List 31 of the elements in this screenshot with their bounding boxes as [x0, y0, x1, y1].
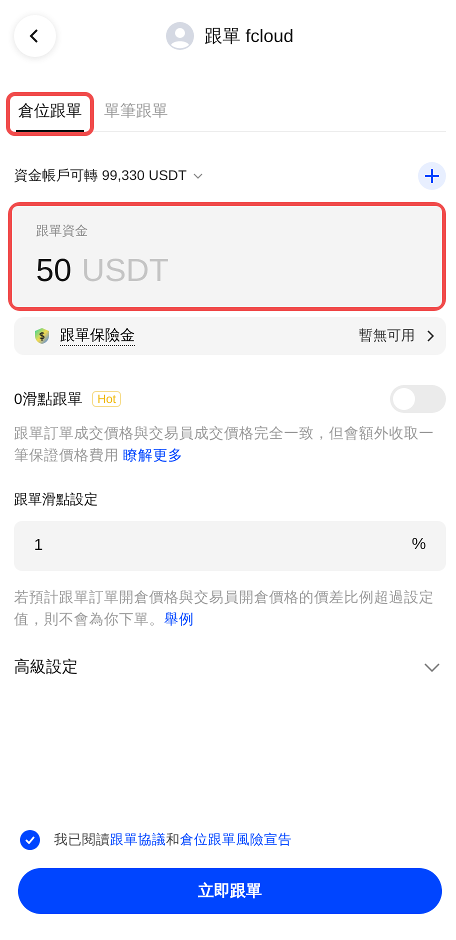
- consent-text: 我已閱讀跟單協議和倉位跟單風險宣告: [54, 831, 292, 849]
- tab[interactable]: 倉位跟單: [16, 99, 84, 132]
- agree-checkbox[interactable]: [20, 830, 40, 850]
- setting-label: 0滑點跟單: [14, 390, 82, 408]
- advanced-settings-row[interactable]: 高級設定: [14, 657, 446, 678]
- shield-icon: [34, 327, 50, 345]
- insurance-row[interactable]: 跟單保險金 暫無可用: [14, 317, 446, 355]
- add-button[interactable]: [418, 162, 446, 190]
- back-button[interactable]: [14, 15, 56, 57]
- balance-selector[interactable]: 資金帳戶可轉 99,330 USDT: [14, 167, 203, 185]
- description-text: 跟單訂單成交價格與交易員成交價格完全一致，但會額外收取一筆保證價格費用 瞭解更多: [14, 424, 435, 466]
- submit-button[interactable]: 立即跟單: [18, 868, 442, 914]
- hot-badge: Hot: [92, 391, 122, 407]
- avatar-icon: [166, 22, 194, 50]
- percent-unit: %: [412, 536, 426, 554]
- field-label: 跟單資金: [36, 222, 89, 240]
- insurance-label: 跟單保險金: [60, 326, 135, 346]
- document-link[interactable]: 倉位跟單風險宣告: [180, 832, 292, 847]
- page-title: 跟單 fcloud: [204, 25, 294, 48]
- check-icon: [25, 836, 35, 844]
- plus-icon: [424, 168, 440, 184]
- description-text: 若預計跟單訂單開倉價格與交易員開倉價格的價差比例超過設定值，則不會為你下單。舉例: [14, 588, 435, 630]
- document-link[interactable]: 跟單協議: [110, 832, 166, 847]
- learn-more-link[interactable]: 瞭解更多: [123, 448, 184, 464]
- chevron-right-icon: [427, 330, 434, 342]
- insurance-status: 暫無可用: [359, 327, 415, 345]
- amount-value: 50: [36, 252, 72, 289]
- chevron-down-icon: [192, 173, 203, 179]
- setting-label: 跟單滑點設定: [14, 491, 99, 509]
- example-link[interactable]: 舉例: [164, 612, 194, 628]
- chevron-down-icon: [424, 663, 440, 672]
